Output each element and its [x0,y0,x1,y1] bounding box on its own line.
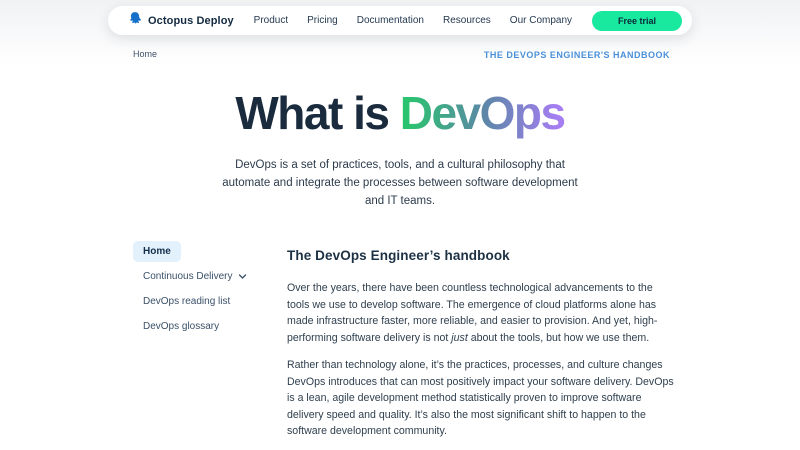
nav-link-pricing[interactable]: Pricing [307,15,338,26]
brand-logo[interactable]: Octopus Deploy [128,11,234,30]
navbar: Octopus Deploy Product Pricing Documenta… [108,6,692,35]
page-title-prefix: What is [235,87,399,139]
paragraph-italic-text: just [451,332,468,344]
sidebar: Home Continuous Delivery DevOps reading … [133,241,259,450]
sidebar-item-label: DevOps reading list [143,296,230,307]
nav-link-product[interactable]: Product [254,15,288,26]
page-subtitle: DevOps is a set of practices, tools, and… [214,157,586,210]
sidebar-item-home[interactable]: Home [133,241,181,262]
page-title: What is DevOps [0,86,800,140]
brand-name: Octopus Deploy [148,15,234,27]
sidebar-item-label: Continuous Delivery [143,271,233,282]
sidebar-item-continuous-delivery[interactable]: Continuous Delivery [133,266,257,287]
article-heading: The DevOps Engineer’s handbook [287,248,674,263]
octopus-icon [128,11,142,30]
nav-link-resources[interactable]: Resources [443,15,491,26]
sidebar-item-devops-glossary[interactable]: DevOps glossary [133,316,229,337]
main-content: Home Continuous Delivery DevOps reading … [133,241,674,450]
breadcrumb-home[interactable]: Home [133,49,157,59]
article-paragraph-2: Rather than technology alone, it’s the p… [287,357,674,440]
article-paragraph-1: Over the years, there have been countles… [287,280,674,346]
page-title-highlight: DevOps [400,87,565,139]
sidebar-item-devops-reading-list[interactable]: DevOps reading list [133,291,240,312]
nav-link-our-company[interactable]: Our Company [510,15,572,26]
free-trial-button[interactable]: Free trial [592,11,682,31]
nav-link-documentation[interactable]: Documentation [357,15,424,26]
article: The DevOps Engineer’s handbook Over the … [287,241,674,450]
chevron-down-icon [238,272,247,281]
handbook-label-link[interactable]: THE DEVOPS ENGINEER'S HANDBOOK [484,50,670,60]
sidebar-item-label: Home [143,246,171,257]
sidebar-item-label: DevOps glossary [143,321,219,332]
nav-links: Product Pricing Documentation Resources … [254,15,572,26]
paragraph-text: about the tools, but how we use them. [468,332,649,344]
